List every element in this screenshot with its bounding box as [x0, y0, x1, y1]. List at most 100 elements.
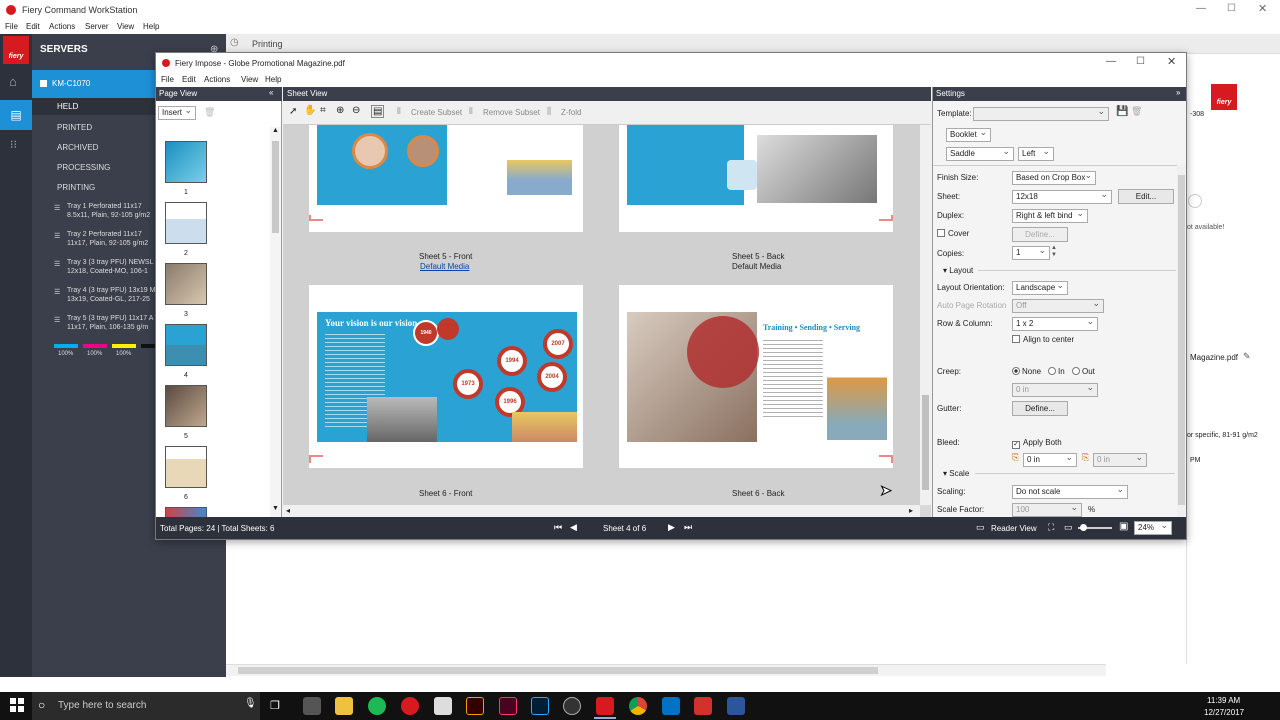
gutter-define-button[interactable]: Define...: [1012, 401, 1068, 416]
zoom-large-icon[interactable]: ▣: [1119, 521, 1128, 532]
store-icon[interactable]: [434, 697, 452, 715]
bleed-link-icon-2[interactable]: ⎘: [1082, 452, 1089, 463]
outlook-icon[interactable]: [662, 697, 680, 715]
bleed-input-2[interactable]: 0 in: [1093, 453, 1147, 467]
scroll-down-icon[interactable]: ▼: [272, 505, 279, 512]
apply-both-check-box[interactable]: ✓: [1012, 441, 1020, 449]
apply-both-checkbox[interactable]: ✓ Apply Both: [1012, 438, 1062, 449]
page-thumb-5[interactable]: [165, 385, 207, 427]
binding-side-dropdown[interactable]: Left: [1018, 147, 1054, 161]
page-tool-icon[interactable]: ▤: [371, 105, 385, 118]
cws-minimize-button[interactable]: —: [1196, 3, 1206, 14]
zfold-button[interactable]: Z-fold: [561, 108, 581, 117]
save-template-icon[interactable]: 💾: [1116, 106, 1128, 117]
queue-processing[interactable]: PROCESSING: [57, 163, 110, 172]
chrome-icon[interactable]: [629, 697, 647, 715]
microphone-icon[interactable]: 🎙: [244, 698, 257, 709]
cover-define-button[interactable]: Define...: [1012, 227, 1068, 242]
cover-checkbox[interactable]: Cover: [937, 229, 969, 238]
zoom-out-icon[interactable]: ⊖: [352, 105, 360, 116]
copies-input[interactable]: 1: [1012, 246, 1050, 260]
cws-menu-file[interactable]: File: [5, 22, 18, 31]
reader-view-button[interactable]: Reader View: [991, 524, 1037, 533]
windows-start-icon[interactable]: [10, 698, 24, 712]
auto-rotation-dropdown[interactable]: Off: [1012, 299, 1104, 313]
impose-minimize-button[interactable]: —: [1106, 56, 1116, 67]
zoom-slider-handle[interactable]: [1080, 524, 1087, 531]
queue-printing[interactable]: PRINTING: [57, 183, 95, 192]
bleed-input-1[interactable]: 0 in: [1023, 453, 1077, 467]
remove-subset-button[interactable]: Remove Subset: [483, 108, 540, 117]
scroll-left-icon[interactable]: ◂: [286, 506, 290, 515]
queue-archived[interactable]: ARCHIVED: [57, 143, 98, 152]
creep-in-radio[interactable]: In: [1048, 367, 1065, 376]
align-center-checkbox[interactable]: Align to center: [1012, 335, 1074, 344]
creep-out-radio[interactable]: Out: [1072, 367, 1095, 376]
cws-close-button[interactable]: ✕: [1258, 2, 1267, 15]
select-arrow-icon[interactable]: ➚: [289, 106, 297, 117]
page-thumb-7[interactable]: [165, 507, 207, 517]
sheet5-back[interactable]: [619, 125, 893, 232]
jobs-icon[interactable]: ▤: [0, 100, 32, 130]
impose-menu-view[interactable]: View: [241, 75, 258, 84]
cover-check-box[interactable]: [937, 229, 945, 237]
scale-factor-input[interactable]: 100: [1012, 503, 1082, 517]
trim-tool-icon[interactable]: ⌗: [320, 105, 326, 116]
sheet-vscroll-thumb[interactable]: [922, 395, 929, 490]
impose-close-button[interactable]: ✕: [1167, 55, 1176, 68]
settings-scrollbar[interactable]: [1177, 165, 1186, 517]
sheet-vscrollbar[interactable]: [920, 125, 931, 505]
scroll-right-icon[interactable]: ▸: [909, 506, 913, 515]
page-thumb-3[interactable]: [165, 263, 207, 305]
zoom-dropdown[interactable]: 24%: [1134, 521, 1172, 535]
sheet5-front-media-link[interactable]: Default Media: [420, 262, 469, 271]
saddle-dropdown[interactable]: Saddle: [946, 147, 1014, 161]
sheet6-back[interactable]: Training • Sending • Serving: [619, 285, 893, 468]
queue-printed[interactable]: PRINTED: [57, 123, 92, 132]
creep-value-dropdown[interactable]: 0 in: [1012, 383, 1098, 397]
prev-sheet-button[interactable]: ◀: [570, 522, 577, 533]
cws-menu-view[interactable]: View: [117, 22, 134, 31]
fiery-tool-icon[interactable]: [401, 697, 419, 715]
collapse-right-icon[interactable]: »: [1176, 88, 1180, 97]
booklet-dropdown[interactable]: Booklet: [946, 128, 991, 142]
zoom-slider[interactable]: [1078, 524, 1112, 531]
home-icon[interactable]: ⌂: [9, 74, 17, 89]
last-sheet-button[interactable]: ⏭: [684, 522, 692, 533]
page-thumb-1[interactable]: [165, 141, 207, 183]
delete-template-icon[interactable]: 🗑: [1131, 106, 1142, 117]
zoom-in-icon[interactable]: ⊕: [336, 105, 344, 116]
cws-menu-actions[interactable]: Actions: [49, 22, 75, 31]
chrome-sync-icon[interactable]: [563, 697, 581, 715]
first-sheet-button[interactable]: ⏮: [554, 522, 562, 533]
scaling-dropdown[interactable]: Do not scale: [1012, 485, 1128, 499]
impose-maximize-button[interactable]: ☐: [1136, 56, 1145, 67]
scroll-up-icon[interactable]: ▲: [272, 127, 279, 134]
bleed-link-icon[interactable]: ⎘: [1012, 452, 1019, 463]
sheet-edit-button[interactable]: Edit...: [1118, 189, 1174, 204]
fit-screen-icon[interactable]: ⛶: [1048, 522, 1054, 533]
copies-stepper[interactable]: ▲ ▼: [1051, 245, 1057, 259]
collapse-left-icon[interactable]: «: [269, 88, 273, 97]
orientation-dropdown[interactable]: Landscape: [1012, 281, 1068, 295]
spotify-icon[interactable]: [368, 697, 386, 715]
zfold-icon[interactable]: ⫼: [547, 106, 551, 117]
page-view-scrollbar[interactable]: ▲ ▼: [270, 127, 281, 517]
zoom-small-icon[interactable]: ▭: [1064, 522, 1073, 533]
sheet-size-dropdown[interactable]: 12x18: [1012, 190, 1112, 204]
impose-menu-edit[interactable]: Edit: [182, 75, 196, 84]
impose-menu-actions[interactable]: Actions: [204, 75, 230, 84]
finish-size-dropdown[interactable]: Based on Crop Box: [1012, 171, 1096, 185]
impose-menu-file[interactable]: File: [161, 75, 174, 84]
insert-dropdown[interactable]: Insert: [158, 106, 196, 120]
reader-view-icon[interactable]: ▭: [976, 522, 985, 533]
duplex-dropdown[interactable]: Right & left bind: [1012, 209, 1088, 223]
scale-section-header[interactable]: Scale: [943, 469, 969, 478]
edge-browser-icon[interactable]: [303, 697, 321, 715]
taskbar-search-box[interactable]: ○ Type here to search 🎙: [32, 692, 260, 720]
sheet-hscrollbar[interactable]: ◂ ▸: [283, 505, 920, 517]
sheet5-front[interactable]: [309, 125, 583, 232]
remove-subset-icon[interactable]: ⫴: [469, 106, 473, 117]
template-dropdown[interactable]: [973, 107, 1109, 121]
layout-section-header[interactable]: Layout: [943, 266, 973, 275]
